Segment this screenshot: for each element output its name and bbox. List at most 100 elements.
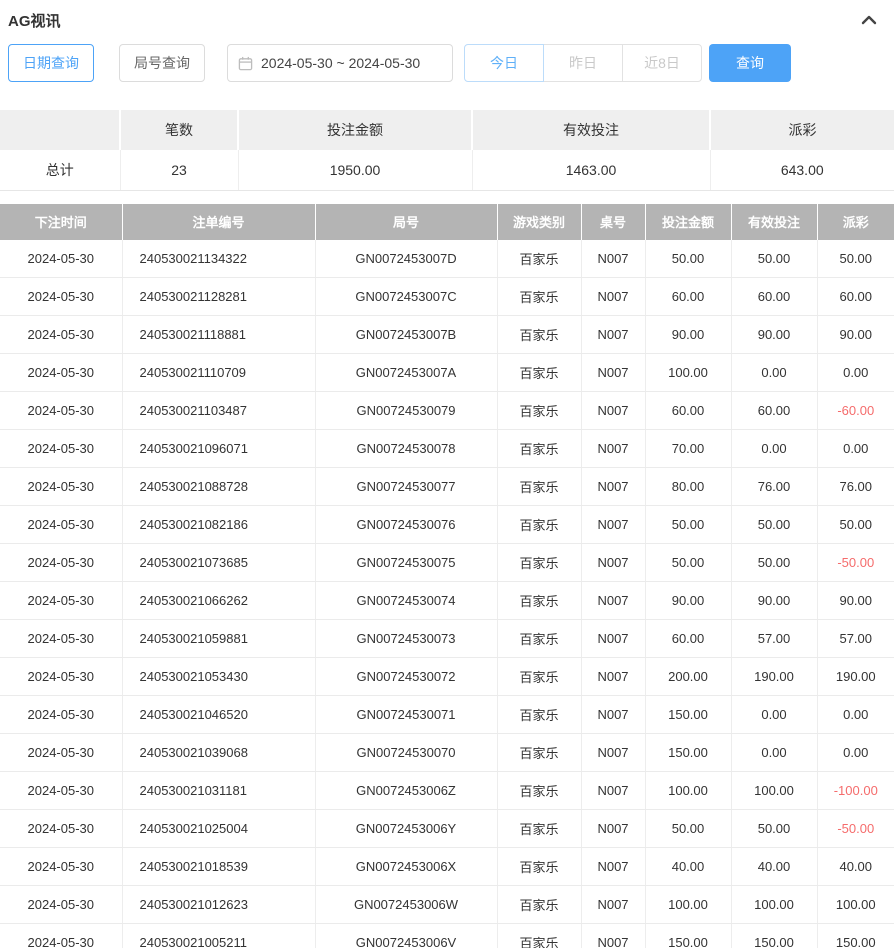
last8days-button[interactable]: 近8日 bbox=[622, 44, 702, 82]
cell-round-id: GN00724530077 bbox=[315, 468, 497, 506]
cell-amount: 60.00 bbox=[645, 392, 731, 430]
summary-header-valid-bet: 有效投注 bbox=[472, 110, 710, 150]
search-button[interactable]: 查询 bbox=[709, 44, 791, 82]
cell-date: 2024-05-30 bbox=[0, 848, 122, 886]
header-bet-time: 下注时间 bbox=[0, 204, 122, 240]
cell-date: 2024-05-30 bbox=[0, 354, 122, 392]
cell-amount: 50.00 bbox=[645, 506, 731, 544]
cell-valid: 100.00 bbox=[731, 886, 817, 924]
cell-payout: -100.00 bbox=[817, 772, 894, 810]
bet-table-header-row: 下注时间 注单编号 局号 游戏类别 桌号 投注金额 有效投注 派彩 bbox=[0, 204, 894, 240]
header-table-no: 桌号 bbox=[581, 204, 645, 240]
round-query-button[interactable]: 局号查询 bbox=[119, 44, 205, 82]
date-query-button[interactable]: 日期查询 bbox=[8, 44, 94, 82]
cell-amount: 200.00 bbox=[645, 658, 731, 696]
table-row: 2024-05-30240530021103487GN00724530079百家… bbox=[0, 392, 894, 430]
cell-round-id: GN00724530071 bbox=[315, 696, 497, 734]
cell-bet-id: 240530021082186 bbox=[122, 506, 315, 544]
table-row: 2024-05-30240530021059881GN00724530073百家… bbox=[0, 620, 894, 658]
cell-table-no: N007 bbox=[581, 810, 645, 848]
cell-valid: 50.00 bbox=[731, 544, 817, 582]
cell-bet-id: 240530021059881 bbox=[122, 620, 315, 658]
cell-date: 2024-05-30 bbox=[0, 658, 122, 696]
yesterday-button[interactable]: 昨日 bbox=[543, 44, 623, 82]
cell-valid: 150.00 bbox=[731, 924, 817, 948]
cell-valid: 57.00 bbox=[731, 620, 817, 658]
table-row: 2024-05-30240530021046520GN00724530071百家… bbox=[0, 696, 894, 734]
cell-valid: 0.00 bbox=[731, 734, 817, 772]
cell-date: 2024-05-30 bbox=[0, 810, 122, 848]
cell-bet-id: 240530021128281 bbox=[122, 278, 315, 316]
cell-date: 2024-05-30 bbox=[0, 392, 122, 430]
cell-valid: 190.00 bbox=[731, 658, 817, 696]
table-row: 2024-05-30240530021025004GN0072453006Y百家… bbox=[0, 810, 894, 848]
cell-game: 百家乐 bbox=[497, 354, 581, 392]
cell-amount: 100.00 bbox=[645, 772, 731, 810]
summary-header-row: 笔数 投注金额 有效投注 派彩 bbox=[0, 110, 894, 150]
cell-valid: 0.00 bbox=[731, 354, 817, 392]
cell-round-id: GN0072453006W bbox=[315, 886, 497, 924]
cell-round-id: GN0072453007A bbox=[315, 354, 497, 392]
cell-date: 2024-05-30 bbox=[0, 734, 122, 772]
cell-date: 2024-05-30 bbox=[0, 886, 122, 924]
cell-round-id: GN00724530074 bbox=[315, 582, 497, 620]
summary-header-blank bbox=[0, 110, 120, 150]
cell-game: 百家乐 bbox=[497, 734, 581, 772]
cell-payout: 50.00 bbox=[817, 240, 894, 278]
page-title: AG视讯 bbox=[8, 10, 61, 31]
cell-round-id: GN0072453006Y bbox=[315, 810, 497, 848]
filter-bar: 日期查询 局号查询 2024-05-30 ~ 2024-05-30 今日 昨日 … bbox=[0, 32, 894, 94]
cell-valid: 90.00 bbox=[731, 316, 817, 354]
cell-payout: 0.00 bbox=[817, 696, 894, 734]
cell-table-no: N007 bbox=[581, 392, 645, 430]
cell-table-no: N007 bbox=[581, 240, 645, 278]
cell-bet-id: 240530021118881 bbox=[122, 316, 315, 354]
cell-amount: 40.00 bbox=[645, 848, 731, 886]
summary-total-payout: 643.00 bbox=[710, 150, 894, 190]
cell-payout: 40.00 bbox=[817, 848, 894, 886]
cell-round-id: GN00724530076 bbox=[315, 506, 497, 544]
cell-round-id: GN0072453007D bbox=[315, 240, 497, 278]
cell-round-id: GN00724530079 bbox=[315, 392, 497, 430]
date-range-input[interactable]: 2024-05-30 ~ 2024-05-30 bbox=[227, 44, 453, 82]
cell-valid: 50.00 bbox=[731, 810, 817, 848]
cell-amount: 100.00 bbox=[645, 354, 731, 392]
cell-bet-id: 240530021031181 bbox=[122, 772, 315, 810]
cell-payout: 0.00 bbox=[817, 734, 894, 772]
today-button[interactable]: 今日 bbox=[464, 44, 544, 82]
cell-table-no: N007 bbox=[581, 278, 645, 316]
date-range-value: 2024-05-30 ~ 2024-05-30 bbox=[261, 55, 420, 71]
cell-table-no: N007 bbox=[581, 506, 645, 544]
cell-table-no: N007 bbox=[581, 658, 645, 696]
cell-table-no: N007 bbox=[581, 354, 645, 392]
cell-game: 百家乐 bbox=[497, 810, 581, 848]
cell-date: 2024-05-30 bbox=[0, 430, 122, 468]
cell-table-no: N007 bbox=[581, 544, 645, 582]
cell-date: 2024-05-30 bbox=[0, 468, 122, 506]
cell-bet-id: 240530021073685 bbox=[122, 544, 315, 582]
cell-date: 2024-05-30 bbox=[0, 620, 122, 658]
cell-payout: 60.00 bbox=[817, 278, 894, 316]
cell-amount: 90.00 bbox=[645, 316, 731, 354]
summary-total-label: 总计 bbox=[0, 150, 120, 190]
cell-round-id: GN00724530078 bbox=[315, 430, 497, 468]
table-row: 2024-05-30240530021005211GN0072453006V百家… bbox=[0, 924, 894, 948]
cell-valid: 0.00 bbox=[731, 430, 817, 468]
header-bet-id: 注单编号 bbox=[122, 204, 315, 240]
cell-payout: 76.00 bbox=[817, 468, 894, 506]
header-payout: 派彩 bbox=[817, 204, 894, 240]
collapse-chevron-icon[interactable] bbox=[860, 11, 878, 29]
cell-payout: 100.00 bbox=[817, 886, 894, 924]
table-row: 2024-05-30240530021110709GN0072453007A百家… bbox=[0, 354, 894, 392]
cell-game: 百家乐 bbox=[497, 772, 581, 810]
cell-valid: 0.00 bbox=[731, 696, 817, 734]
cell-bet-id: 240530021066262 bbox=[122, 582, 315, 620]
cell-round-id: GN00724530075 bbox=[315, 544, 497, 582]
cell-round-id: GN0072453006X bbox=[315, 848, 497, 886]
table-row: 2024-05-30240530021018539GN0072453006X百家… bbox=[0, 848, 894, 886]
cell-round-id: GN0072453006Z bbox=[315, 772, 497, 810]
bet-table-body: 2024-05-30240530021134322GN0072453007D百家… bbox=[0, 240, 894, 948]
cell-payout: 0.00 bbox=[817, 354, 894, 392]
cell-game: 百家乐 bbox=[497, 316, 581, 354]
cell-date: 2024-05-30 bbox=[0, 582, 122, 620]
